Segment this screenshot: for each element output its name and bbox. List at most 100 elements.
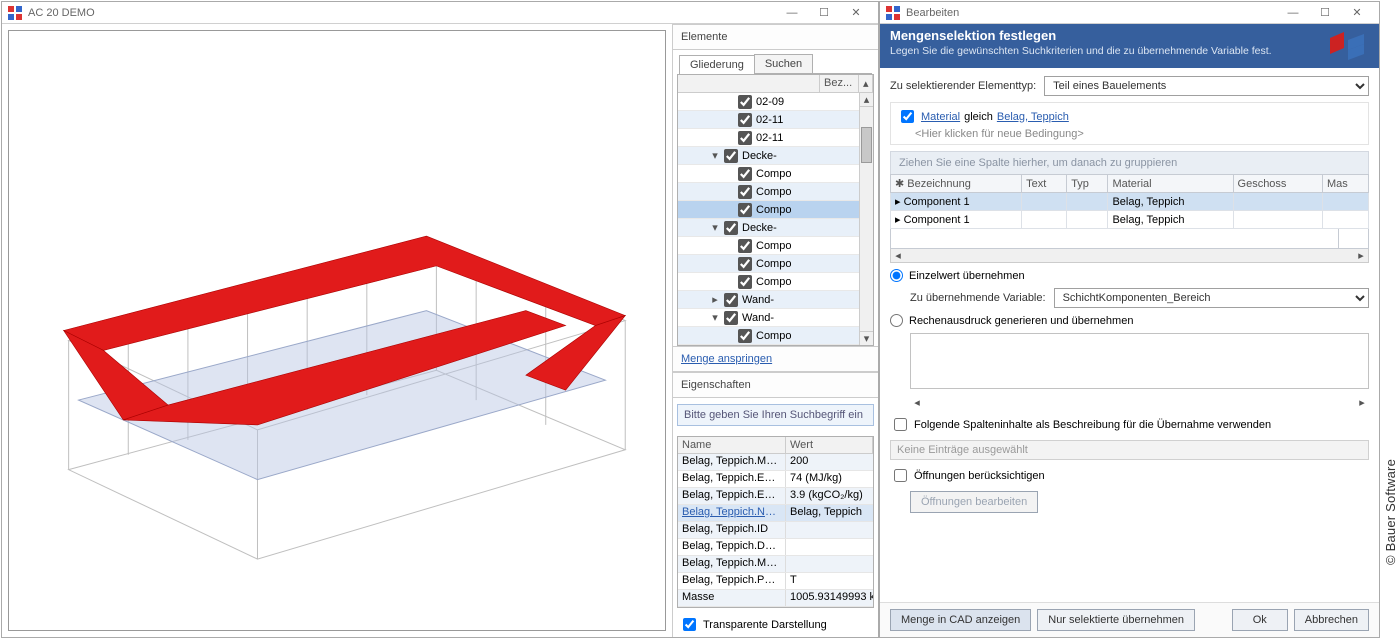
elements-tabstrip: Gliederung Suchen: [679, 54, 872, 74]
col-value[interactable]: Wert: [786, 437, 873, 453]
radio-single[interactable]: [890, 269, 903, 282]
minimize-button[interactable]: —: [776, 3, 808, 23]
jump-to-quantity[interactable]: Menge anspringen: [673, 346, 878, 372]
tree-row[interactable]: Compo: [678, 201, 873, 219]
tree-row[interactable]: ▾Wand-: [678, 309, 873, 327]
props-row[interactable]: Belag, Teppich.Des...: [678, 539, 873, 556]
colcontent-checkbox[interactable]: [894, 418, 907, 431]
elements-panel-title: Elemente: [673, 24, 878, 50]
tree-row[interactable]: 02-11: [678, 111, 873, 129]
tree-checkbox[interactable]: [738, 95, 752, 109]
props-row[interactable]: Belag, Teppich.Ma...: [678, 556, 873, 573]
expr-textarea[interactable]: [910, 333, 1369, 389]
criteria-add[interactable]: <Hier klicken für neue Bedingung>: [897, 126, 1362, 140]
main-title: AC 20 DEMO: [28, 7, 95, 19]
props-row[interactable]: Masse1005.93149993 kg: [678, 590, 873, 607]
tree-row[interactable]: Compo: [678, 183, 873, 201]
cancel-button[interactable]: Abbrechen: [1294, 609, 1369, 631]
result-col-material[interactable]: Material: [1108, 175, 1233, 193]
criteria-value[interactable]: Belag, Teppich: [997, 111, 1069, 123]
tree-checkbox[interactable]: [738, 329, 752, 343]
criteria-line[interactable]: Material gleich Belag, Teppich: [897, 107, 1362, 126]
openings-label: Öffnungen berücksichtigen: [914, 470, 1045, 482]
props-row[interactable]: Belag, Teppich.Em...3.9 (kgCO₂/kg): [678, 488, 873, 505]
criteria-box: Material gleich Belag, Teppich <Hier kli…: [890, 102, 1369, 145]
result-col-mas[interactable]: Mas: [1322, 175, 1368, 193]
tree-row[interactable]: ▸Wand-: [678, 291, 873, 309]
colcontent-label: Folgende Spalteninhalte als Beschreibung…: [914, 419, 1271, 431]
elemtype-select[interactable]: Teil eines Bauelements: [1044, 76, 1369, 96]
edit-banner: Mengenselektion festlegen Legen Sie die …: [880, 24, 1379, 68]
props-search[interactable]: Bitte geben Sie Ihren Suchbegriff ein: [677, 404, 874, 426]
tree-checkbox[interactable]: [738, 203, 752, 217]
app-icon: [886, 6, 900, 20]
element-tree[interactable]: 02-0902-1102-11▾Decke-CompoCompoCompo▾De…: [678, 93, 873, 345]
col-bez[interactable]: Bez...: [820, 75, 859, 92]
tree-checkbox[interactable]: [738, 113, 752, 127]
criteria-checkbox[interactable]: [901, 110, 914, 123]
show-in-cad-button[interactable]: Menge in CAD anzeigen: [890, 609, 1031, 631]
tree-row[interactable]: 02-09: [678, 93, 873, 111]
result-col-typ[interactable]: Typ: [1067, 175, 1108, 193]
edit-close-button[interactable]: ✕: [1341, 3, 1373, 23]
tree-checkbox[interactable]: [738, 257, 752, 271]
radio-single-label: Einzelwert übernehmen: [909, 270, 1025, 282]
props-panel-title: Eigenschaften: [673, 372, 878, 398]
ok-button[interactable]: Ok: [1232, 609, 1288, 631]
edit-titlebar: Bearbeiten — ☐ ✕: [880, 2, 1379, 24]
tree-scrollbar[interactable]: ▴▾: [859, 93, 873, 345]
tree-checkbox[interactable]: [724, 293, 738, 307]
openings-checkbox[interactable]: [894, 469, 907, 482]
props-row[interactable]: Belag, Teppich.Em...74 (MJ/kg): [678, 471, 873, 488]
tab-search[interactable]: Suchen: [754, 54, 813, 73]
tree-row[interactable]: Compo: [678, 237, 873, 255]
tree-checkbox[interactable]: [724, 311, 738, 325]
tree-checkbox[interactable]: [738, 275, 752, 289]
tree-row[interactable]: Compo: [678, 255, 873, 273]
table-hscroll[interactable]: ◂▸: [890, 249, 1369, 263]
only-selected-button[interactable]: Nur selektierte übernehmen: [1037, 609, 1195, 631]
criteria-attr[interactable]: Material: [921, 111, 960, 123]
maximize-button[interactable]: ☐: [808, 3, 840, 23]
tree-row[interactable]: Compo: [678, 327, 873, 345]
props-grid[interactable]: Name Wert Belag, Teppich.Mas...200Belag,…: [677, 436, 874, 608]
tree-checkbox[interactable]: [738, 131, 752, 145]
props-row[interactable]: Belag, Teppich.Par...T: [678, 573, 873, 590]
grouping-bar[interactable]: Ziehen Sie eine Spalte hierher, um danac…: [890, 151, 1369, 174]
tree-checkbox[interactable]: [724, 149, 738, 163]
tree-row[interactable]: Compo: [678, 165, 873, 183]
variable-select[interactable]: SchichtKomponenten_Bereich: [1054, 288, 1369, 308]
props-row[interactable]: Belag, Teppich.NameBelag, Teppich: [678, 505, 873, 522]
result-col-text[interactable]: Text: [1022, 175, 1067, 193]
tab-structure[interactable]: Gliederung: [679, 55, 755, 74]
tree-row[interactable]: Compo: [678, 273, 873, 291]
close-button[interactable]: ✕: [840, 3, 872, 23]
tree-row[interactable]: ▾Decke-: [678, 147, 873, 165]
props-row[interactable]: Belag, Teppich.ID: [678, 522, 873, 539]
result-row[interactable]: ▸ Component 1Belag, Teppich: [891, 193, 1369, 211]
tree-checkbox[interactable]: [738, 185, 752, 199]
openings-edit-button[interactable]: Öffnungen bearbeiten: [910, 491, 1038, 513]
edit-minimize-button[interactable]: —: [1277, 3, 1309, 23]
col-name[interactable]: Name: [678, 437, 786, 453]
result-col-bezeichnung[interactable]: ✱ Bezeichnung: [891, 175, 1022, 193]
tree-checkbox[interactable]: [724, 221, 738, 235]
result-table[interactable]: ✱ BezeichnungTextTypMaterialGeschossMas …: [890, 174, 1369, 229]
props-row[interactable]: Belag, Teppich.Mas...200: [678, 454, 873, 471]
radio-expr[interactable]: [890, 314, 903, 327]
tree-checkbox[interactable]: [738, 239, 752, 253]
edit-maximize-button[interactable]: ☐: [1309, 3, 1341, 23]
tree-checkbox[interactable]: [738, 167, 752, 181]
transparent-toggle[interactable]: Transparente Darstellung: [673, 612, 878, 637]
viewport-3d[interactable]: [8, 30, 666, 631]
tree-row[interactable]: ▾Decke-: [678, 219, 873, 237]
result-row[interactable]: ▸ Component 1Belag, Teppich: [891, 211, 1369, 229]
app-icon: [8, 6, 22, 20]
banner-icon: [1327, 28, 1369, 62]
elemtype-label: Zu selektierender Elementtyp:: [890, 80, 1036, 92]
transparent-checkbox[interactable]: [683, 618, 696, 631]
tree-row[interactable]: 02-11: [678, 129, 873, 147]
result-col-geschoss[interactable]: Geschoss: [1233, 175, 1322, 193]
variable-label: Zu übernehmende Variable:: [910, 292, 1046, 304]
banner-subtitle: Legen Sie die gewünschten Suchkriterien …: [890, 45, 1327, 57]
